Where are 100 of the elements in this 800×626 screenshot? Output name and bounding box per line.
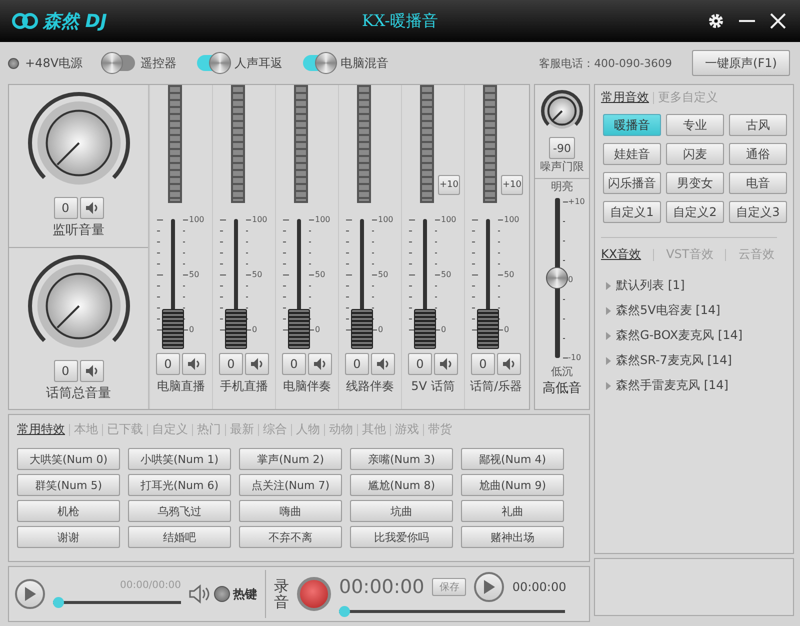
speaker-icon: [313, 357, 327, 371]
sound-effect-button[interactable]: 比我爱你吗: [350, 526, 453, 548]
scale-label: 0: [189, 326, 194, 334]
sound-effect-button[interactable]: 鄙视(Num 4): [461, 448, 564, 470]
tab[interactable]: 常用特效: [17, 421, 65, 438]
bottom-label: 低沉: [551, 364, 573, 379]
value-button[interactable]: 0: [54, 197, 78, 219]
play-button[interactable]: [15, 579, 45, 609]
value-button[interactable]: 0: [408, 353, 432, 375]
progress-handle[interactable]: [53, 597, 64, 608]
value-button[interactable]: 0: [471, 353, 495, 375]
toggle-switch[interactable]: [196, 55, 229, 71]
speaker-icon[interactable]: [189, 584, 211, 604]
time-text: 00:00:00: [512, 580, 566, 594]
sound-effect-button[interactable]: 群笑(Num 5): [17, 474, 120, 496]
scale-label: 100: [378, 216, 394, 224]
eq-handle[interactable]: [546, 267, 568, 289]
sound-effect-button[interactable]: 谢谢: [17, 526, 120, 548]
value-button[interactable]: 0: [54, 360, 78, 382]
mute-button[interactable]: [80, 360, 104, 382]
channel-label: 5V 话筒: [411, 378, 455, 395]
boost-button[interactable]: +10: [501, 175, 523, 195]
sound-effect-button[interactable]: 尴尬(Num 8): [350, 474, 453, 496]
knob-label: 话筒总音量: [46, 384, 111, 402]
sound-effect-button[interactable]: 打耳光(Num 6): [128, 474, 231, 496]
mute-button[interactable]: [308, 353, 332, 375]
speaker-icon: [439, 357, 453, 371]
sound-effect-button[interactable]: 坑曲: [350, 500, 453, 522]
list-item[interactable]: 森然G-BOX麦克风 [14]: [605, 327, 787, 344]
mute-button[interactable]: [371, 353, 395, 375]
speaker-icon: [84, 364, 98, 378]
preset-button[interactable]: 娃娃音: [603, 143, 661, 165]
sound-effect-button[interactable]: 小哄笑(Num 1): [128, 448, 231, 470]
sound-effect-button[interactable]: 机枪: [17, 500, 120, 522]
fader-handle[interactable]: [225, 309, 247, 349]
mute-button[interactable]: [80, 197, 104, 219]
progress-handle[interactable]: [339, 606, 350, 616]
sound-effect-button[interactable]: 结婚吧: [128, 526, 231, 548]
sound-effect-button[interactable]: 点关注(Num 7): [239, 474, 342, 496]
mute-button[interactable]: [182, 353, 206, 375]
preset-button[interactable]: 通俗: [729, 143, 787, 165]
mute-button[interactable]: [497, 353, 521, 375]
scale-label: 50: [378, 271, 388, 279]
play-button[interactable]: [474, 572, 504, 602]
preset-button[interactable]: 自定义3: [729, 201, 787, 223]
list-item[interactable]: 森然SR-7麦克风 [14]: [605, 352, 787, 369]
radio-button[interactable]: [214, 586, 230, 602]
channel-label: 话筒/乐器: [470, 378, 522, 395]
mute-button[interactable]: [434, 353, 458, 375]
tab[interactable]: 常用音效: [601, 89, 649, 106]
value-button[interactable]: 0: [219, 353, 243, 375]
value-button[interactable]: 0: [282, 353, 306, 375]
scale-label: 0: [441, 326, 446, 334]
value-button[interactable]: 0: [156, 353, 180, 375]
preset-button[interactable]: 古风: [729, 114, 787, 136]
play-icon: [483, 580, 496, 594]
sound-effect-button[interactable]: 大哄笑(Num 0): [17, 448, 120, 470]
mute-button[interactable]: [245, 353, 269, 375]
fader-handle[interactable]: [477, 309, 499, 349]
radio-button[interactable]: [8, 58, 19, 68]
scale-label: 50: [504, 271, 514, 279]
switch-label: 人声耳返: [234, 54, 283, 72]
preset-button[interactable]: 自定义2: [666, 201, 724, 223]
boost-button[interactable]: +10: [438, 175, 460, 195]
toggle-switch[interactable]: [102, 55, 135, 71]
fader-handle[interactable]: [288, 309, 310, 349]
fader-handle[interactable]: [351, 309, 373, 349]
preset-button[interactable]: 闪麦: [666, 143, 724, 165]
scale-label: -10: [568, 354, 582, 362]
eq-label: 高低音: [542, 380, 582, 397]
scale-label: 0: [378, 326, 384, 334]
sound-effect-button[interactable]: 礼曲: [461, 500, 564, 522]
fader-handle[interactable]: [414, 309, 436, 349]
list-item[interactable]: 森然手雷麦克风 [14]: [605, 377, 787, 394]
sound-effect-button[interactable]: 掌声(Num 2): [239, 448, 342, 470]
sound-effect-button[interactable]: 赌神出场: [461, 526, 564, 548]
sound-effect-button[interactable]: 嗨曲: [239, 500, 342, 522]
sound-effect-button[interactable]: 不弃不离: [239, 526, 342, 548]
tab[interactable]: KX音效: [601, 246, 642, 263]
preset-button[interactable]: 专业: [666, 114, 724, 136]
scale-label: +10: [568, 198, 585, 206]
fader-handle[interactable]: [162, 309, 184, 349]
list-item[interactable]: 默认列表 [1]: [605, 277, 787, 294]
sound-effect-button[interactable]: 乌鸦飞过: [128, 500, 231, 522]
sound-effect-button[interactable]: 尬曲(Num 9): [461, 474, 564, 496]
scale-label: 100: [315, 216, 330, 224]
preset-button[interactable]: 男变女: [666, 172, 724, 194]
reset-button[interactable]: 一键原声(F1): [692, 50, 790, 76]
value-button[interactable]: 0: [345, 353, 369, 375]
preset-button[interactable]: 暖播音: [603, 114, 661, 136]
settings-button[interactable]: [706, 11, 726, 31]
close-button[interactable]: [768, 11, 788, 31]
record-button[interactable]: [297, 577, 331, 611]
preset-button[interactable]: 电音: [729, 172, 787, 194]
toggle-switch[interactable]: [302, 55, 335, 71]
list-item[interactable]: 森然5V电容麦 [14]: [605, 302, 787, 319]
sound-effect-button[interactable]: 亲嘴(Num 3): [350, 448, 453, 470]
gate-value-button[interactable]: -90: [549, 137, 575, 159]
preset-button[interactable]: 自定义1: [603, 201, 661, 223]
preset-button[interactable]: 闪乐播音: [603, 172, 661, 194]
